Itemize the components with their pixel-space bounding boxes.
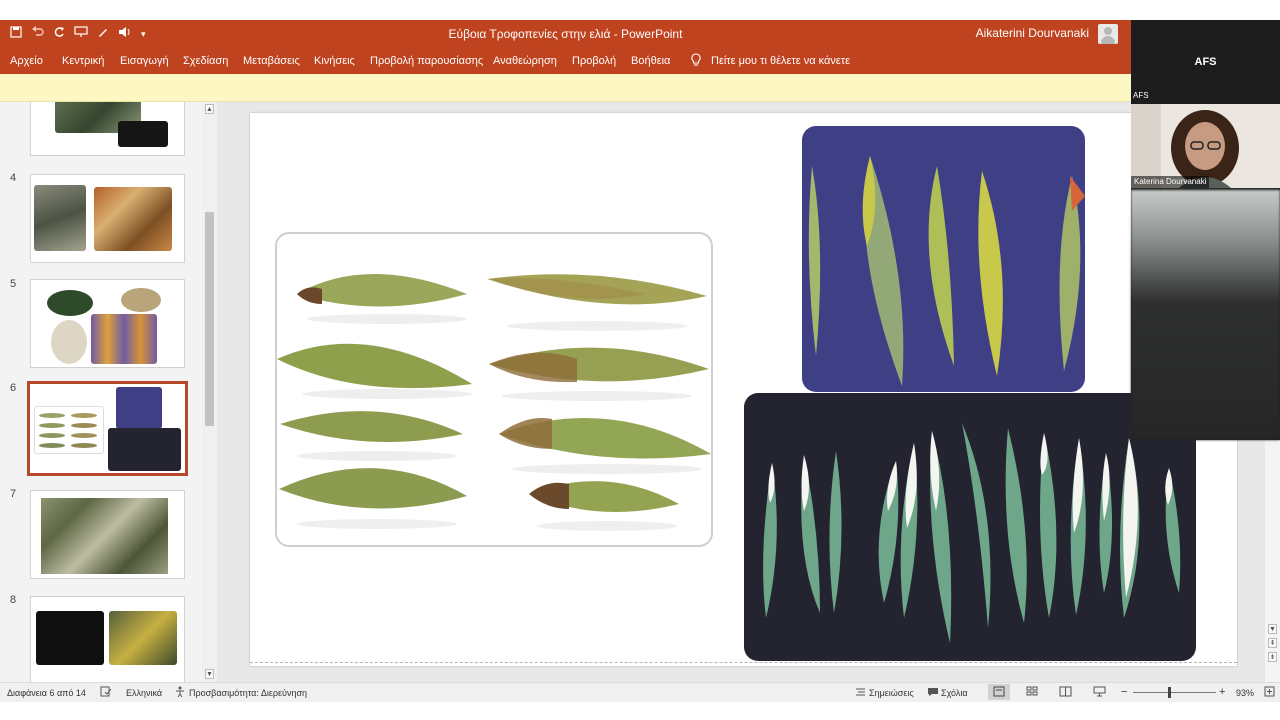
participant-name: Katerina Dourvanaki: [1131, 176, 1210, 188]
powerpoint-window: ▾ Εύβοια Τροφοπενίες στην ελιά - PowerPo…: [0, 0, 1280, 720]
tab-transitions[interactable]: Μεταβάσεις: [243, 55, 300, 67]
notes-divider: [250, 662, 1237, 663]
tile-label: AFS: [1133, 91, 1149, 100]
zoom-out-icon[interactable]: −: [1121, 686, 1127, 698]
reading-view-icon[interactable]: [1059, 686, 1072, 699]
slide-thumbnail-6[interactable]: [27, 381, 188, 476]
tab-view[interactable]: Προβολή: [572, 55, 616, 67]
leaf-symptoms-photo[interactable]: [275, 232, 713, 547]
scroll-up-icon[interactable]: ▲: [205, 104, 214, 114]
tab-slideshow[interactable]: Προβολή παρουσίασης: [370, 55, 483, 67]
zoom-in-icon[interactable]: +: [1219, 686, 1225, 698]
blurred-region: [1131, 190, 1280, 440]
tab-help[interactable]: Βοήθεια: [631, 55, 670, 67]
tab-review[interactable]: Αναθεώρηση: [493, 55, 557, 67]
slide-number-7: 7: [10, 488, 17, 500]
zoom-slider-handle[interactable]: [1168, 687, 1171, 698]
slide-sorter-icon[interactable]: [1026, 686, 1039, 699]
host-label: AFS: [1194, 56, 1217, 68]
slide-counter[interactable]: Διαφάνεια 6 από 14: [7, 688, 86, 698]
scrollbar-thumb[interactable]: [205, 212, 214, 426]
avatar[interactable]: [1098, 24, 1118, 44]
slideshow-icon[interactable]: [1093, 686, 1106, 699]
tell-me-search[interactable]: Πείτε μου τι θέλετε να κάνετε: [711, 55, 850, 67]
title-bar: ▾ Εύβοια Τροφοπενίες στην ελιά - PowerPo…: [0, 20, 1131, 48]
comment-icon[interactable]: [927, 687, 939, 699]
thumbnail-scrollbar[interactable]: ▲ ▼: [202, 102, 217, 682]
normal-view-icon[interactable]: [988, 684, 1010, 700]
slide-number-6: 6: [10, 382, 17, 394]
notes-icon[interactable]: [855, 686, 866, 699]
tab-home[interactable]: Κεντρική: [62, 55, 104, 67]
accessibility-status[interactable]: Προσβασιμότητα: Διερεύνηση: [189, 688, 307, 698]
document-title: Εύβοια Τροφοπενίες στην ελιά - PowerPoin…: [448, 27, 683, 41]
bottom-margin: [0, 702, 1280, 720]
notes-button[interactable]: Σημειώσεις: [869, 688, 914, 698]
scroll-down-icon[interactable]: ▼: [205, 669, 214, 679]
white-tip-leaves-photo[interactable]: [744, 393, 1196, 661]
video-call-panel: AFS AFS Katerina Dourvanaki: [1131, 20, 1280, 440]
status-bar: Διαφάνεια 6 από 14 Ελληνικά Προσβασιμότη…: [0, 682, 1280, 702]
yellow-leaves-photo[interactable]: [802, 126, 1085, 392]
comments-button[interactable]: Σχόλια: [941, 688, 968, 698]
slide-number-4: 4: [10, 172, 17, 184]
slide-number-8: 8: [10, 594, 17, 606]
previous-slide-icon[interactable]: ⇞: [1268, 638, 1277, 648]
language-indicator[interactable]: Ελληνικά: [126, 688, 162, 698]
slide-number-5: 5: [10, 278, 17, 290]
slide-thumbnail-4[interactable]: [30, 174, 185, 263]
info-bar: [0, 74, 1131, 102]
zoom-slider-track[interactable]: [1133, 692, 1216, 693]
ribbon-tabs: Αρχείο Κεντρική Εισαγωγή Σχεδίαση Μεταβά…: [0, 48, 1131, 74]
scroll-down-icon[interactable]: ▼: [1268, 624, 1277, 634]
spellcheck-icon[interactable]: [100, 686, 112, 699]
user-name[interactable]: Aikaterini Dourvanaki: [976, 26, 1089, 40]
tab-design[interactable]: Σχεδίαση: [183, 55, 228, 67]
slide-thumbnail-panel[interactable]: 4 5 6 7 8: [0, 102, 202, 682]
zoom-level[interactable]: 93%: [1236, 688, 1254, 698]
accessibility-icon[interactable]: [174, 686, 186, 700]
participant-video[interactable]: Katerina Dourvanaki: [1131, 104, 1280, 188]
next-slide-icon[interactable]: ⇟: [1268, 652, 1277, 662]
slide-thumbnail-7[interactable]: [30, 490, 185, 579]
slide-thumbnail-8[interactable]: [30, 596, 185, 682]
tab-insert[interactable]: Εισαγωγή: [120, 55, 169, 67]
lightbulb-icon: [691, 53, 701, 66]
slide-thumbnail-3[interactable]: [30, 102, 185, 156]
tab-animations[interactable]: Κινήσεις: [314, 55, 355, 67]
slide-thumbnail-5[interactable]: [30, 279, 185, 368]
tab-file[interactable]: Αρχείο: [10, 55, 43, 67]
fit-to-window-icon[interactable]: [1264, 686, 1275, 699]
